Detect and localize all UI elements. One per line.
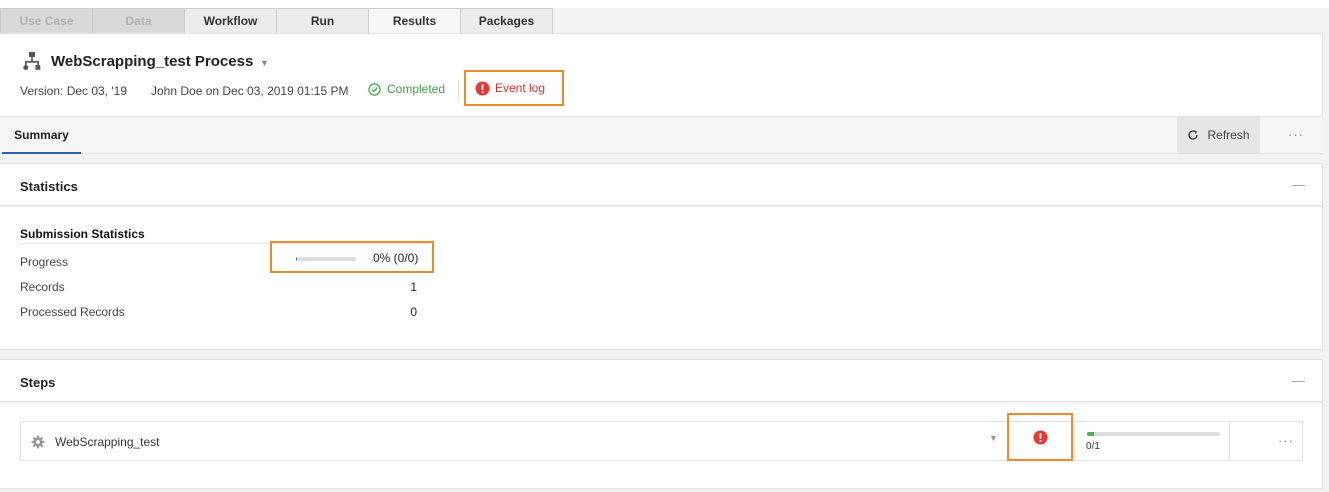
step-error-status[interactable] <box>1007 413 1073 461</box>
steps-panel: Steps — WebScrapping_test ▼ 0/1 ··· <box>0 359 1323 489</box>
step-name: WebScrapping_test <box>55 435 160 449</box>
statistics-panel: Statistics — Submission Statistics Progr… <box>0 163 1323 350</box>
progress-label: Progress <box>20 255 69 269</box>
progress-bar <box>296 257 356 261</box>
progress-indicator: 0% (0/0) <box>270 241 434 273</box>
sub-navigation: Summary Refresh ··· <box>0 117 1323 154</box>
run-by-text: John Doe on Dec 03, 2019 01:15 PM <box>151 84 349 98</box>
progress-value: 0% (0/0) <box>373 251 419 265</box>
step-more-options-button[interactable]: ··· <box>1278 422 1294 460</box>
error-circle-icon <box>475 81 490 95</box>
step-divider <box>1229 422 1230 460</box>
records-label: Records <box>20 280 65 294</box>
steps-header: Steps — <box>0 360 1322 402</box>
collapse-steps-button[interactable]: — <box>1292 373 1305 388</box>
page-title: WebScrapping_test Process <box>51 53 254 70</box>
progress-bar-fill <box>296 257 298 261</box>
title-dropdown-chevron-icon[interactable]: ▼ <box>260 58 269 68</box>
tab-use-case[interactable]: Use Case <box>0 8 93 33</box>
more-options-button[interactable]: ··· <box>1288 117 1304 153</box>
top-strip <box>0 0 1329 8</box>
records-value: 1 <box>410 280 417 294</box>
tab-data[interactable]: Data <box>92 8 185 33</box>
process-header: WebScrapping_test Process ▼ Version: Dec… <box>0 33 1323 117</box>
tab-summary[interactable]: Summary <box>2 117 81 154</box>
refresh-icon <box>1188 130 1199 140</box>
step-row[interactable]: WebScrapping_test ▼ 0/1 ··· <box>20 421 1303 461</box>
tab-workflow[interactable]: Workflow <box>184 8 277 33</box>
statistics-title: Statistics <box>20 179 78 194</box>
status-text: Completed <box>387 82 446 96</box>
check-circle-icon <box>368 82 381 96</box>
event-log-label: Event log <box>495 81 546 95</box>
event-log-button[interactable]: Event log <box>464 70 564 106</box>
step-divider <box>1074 422 1075 460</box>
error-circle-icon <box>1033 430 1047 444</box>
refresh-button[interactable]: Refresh <box>1177 117 1260 153</box>
gear-icon <box>31 435 45 452</box>
statistics-header: Statistics — <box>0 164 1322 206</box>
status-badge: Completed <box>368 82 445 96</box>
step-progress-bar <box>1087 432 1220 436</box>
tab-packages[interactable]: Packages <box>460 8 553 33</box>
step-expand-chevron-icon[interactable]: ▼ <box>989 433 998 443</box>
steps-title: Steps <box>20 375 56 390</box>
tab-results[interactable]: Results <box>368 8 461 33</box>
step-progress-value: 0/1 <box>1086 441 1100 452</box>
step-progress-bar-fill <box>1087 432 1094 436</box>
refresh-label: Refresh <box>1207 128 1250 142</box>
processed-records-label: Processed Records <box>20 305 125 319</box>
process-flow-icon <box>22 51 42 71</box>
processed-records-value: 0 <box>410 305 417 319</box>
main-tabs: Use Case Data Workflow Run Results Packa… <box>0 8 553 34</box>
collapse-statistics-button[interactable]: — <box>1292 177 1305 192</box>
tab-run[interactable]: Run <box>276 8 369 33</box>
version-text: Version: Dec 03, '19 <box>20 84 128 98</box>
header-divider <box>458 80 459 102</box>
